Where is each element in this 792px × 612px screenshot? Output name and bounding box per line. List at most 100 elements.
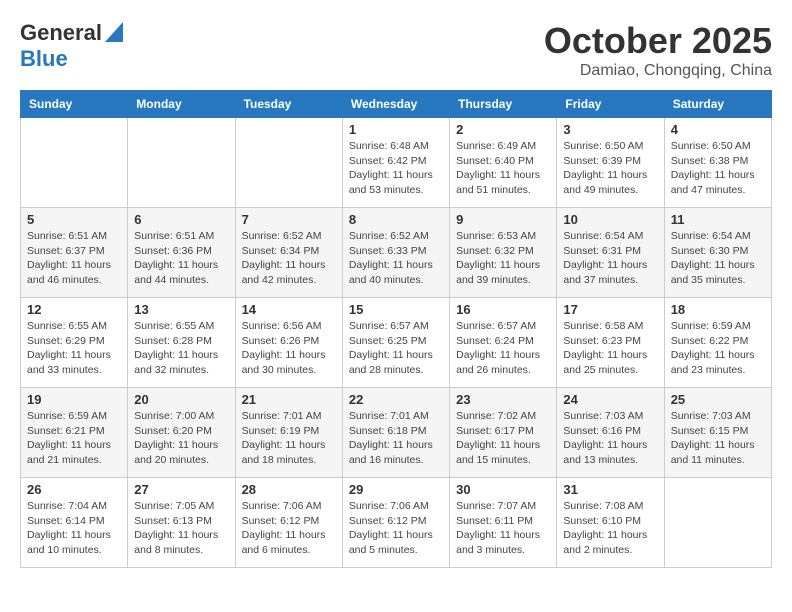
day-number: 3	[563, 122, 657, 137]
day-info: Sunrise: 6:56 AMSunset: 6:26 PMDaylight:…	[242, 319, 336, 378]
logo-text-blue: Blue	[20, 47, 68, 71]
calendar-cell: 22Sunrise: 7:01 AMSunset: 6:18 PMDayligh…	[342, 388, 449, 478]
calendar-cell: 18 Sunrise: 6:59 AMSunset: 6:22 PMDayligh…	[664, 298, 771, 388]
day-number: 6	[134, 212, 228, 227]
calendar-cell: 15Sunrise: 6:57 AMSunset: 6:25 PMDayligh…	[342, 298, 449, 388]
day-info: Sunrise: 7:00 AMSunset: 6:20 PMDaylight:…	[134, 409, 228, 468]
day-number: 16	[456, 302, 550, 317]
calendar-cell: 10 Sunrise: 6:54 AMSunset: 6:31 PMDayligh…	[557, 208, 664, 298]
calendar-cell: 13 Sunrise: 6:55 AMSunset: 6:28 PMDayligh…	[128, 298, 235, 388]
day-info: Sunrise: 7:01 AMSunset: 6:19 PMDaylight:…	[242, 409, 336, 468]
day-number: 8	[349, 212, 443, 227]
weekday-thursday: Thursday	[450, 91, 557, 118]
day-info: Sunrise: 7:03 AMSunset: 6:15 PMDaylight:…	[671, 409, 765, 468]
day-info: Sunrise: 6:52 AMSunset: 6:34 PMDaylight:…	[242, 229, 336, 288]
weekday-sunday: Sunday	[21, 91, 128, 118]
day-info: Sunrise: 6:55 AMSunset: 6:28 PMDaylight:…	[134, 319, 228, 378]
day-info: Sunrise: 7:08 AMSunset: 6:10 PMDaylight:…	[563, 499, 657, 558]
day-number: 4	[671, 122, 765, 137]
day-number: 18	[671, 302, 765, 317]
day-number: 2	[456, 122, 550, 137]
day-info: Sunrise: 6:50 AMSunset: 6:39 PMDaylight:…	[563, 139, 657, 198]
day-number: 10	[563, 212, 657, 227]
calendar-week-2: 12Sunrise: 6:55 AMSunset: 6:29 PMDayligh…	[21, 298, 772, 388]
logo: General Blue	[20, 20, 123, 71]
weekday-tuesday: Tuesday	[235, 91, 342, 118]
calendar-body: 1 Sunrise: 6:48 AMSunset: 6:42 PMDaylight…	[21, 118, 772, 568]
calendar-cell: 8Sunrise: 6:52 AMSunset: 6:33 PMDaylight…	[342, 208, 449, 298]
day-info: Sunrise: 7:02 AMSunset: 6:17 PMDaylight:…	[456, 409, 550, 468]
calendar-header: SundayMondayTuesdayWednesdayThursdayFrid…	[21, 91, 772, 118]
calendar-cell: 14 Sunrise: 6:56 AMSunset: 6:26 PMDayligh…	[235, 298, 342, 388]
calendar-cell: 29 Sunrise: 7:06 AMSunset: 6:12 PMDayligh…	[342, 478, 449, 568]
day-number: 12	[27, 302, 121, 317]
calendar-cell: 5Sunrise: 6:51 AMSunset: 6:37 PMDaylight…	[21, 208, 128, 298]
calendar-cell: 2Sunrise: 6:49 AMSunset: 6:40 PMDaylight…	[450, 118, 557, 208]
weekday-friday: Friday	[557, 91, 664, 118]
day-number: 29	[349, 482, 443, 497]
day-info: Sunrise: 6:59 AMSunset: 6:21 PMDaylight:…	[27, 409, 121, 468]
day-number: 5	[27, 212, 121, 227]
day-number: 14	[242, 302, 336, 317]
day-info: Sunrise: 7:04 AMSunset: 6:14 PMDaylight:…	[27, 499, 121, 558]
calendar-cell: 6Sunrise: 6:51 AMSunset: 6:36 PMDaylight…	[128, 208, 235, 298]
day-info: Sunrise: 7:03 AMSunset: 6:16 PMDaylight:…	[563, 409, 657, 468]
calendar-week-3: 19Sunrise: 6:59 AMSunset: 6:21 PMDayligh…	[21, 388, 772, 478]
calendar-cell: 24 Sunrise: 7:03 AMSunset: 6:16 PMDayligh…	[557, 388, 664, 478]
day-info: Sunrise: 7:06 AMSunset: 6:12 PMDaylight:…	[242, 499, 336, 558]
calendar-cell: 21 Sunrise: 7:01 AMSunset: 6:19 PMDayligh…	[235, 388, 342, 478]
day-info: Sunrise: 6:48 AMSunset: 6:42 PMDaylight:…	[349, 139, 443, 198]
day-info: Sunrise: 7:07 AMSunset: 6:11 PMDaylight:…	[456, 499, 550, 558]
calendar-cell: 1 Sunrise: 6:48 AMSunset: 6:42 PMDaylight…	[342, 118, 449, 208]
calendar-cell: 20 Sunrise: 7:00 AMSunset: 6:20 PMDayligh…	[128, 388, 235, 478]
day-number: 17	[563, 302, 657, 317]
day-info: Sunrise: 6:50 AMSunset: 6:38 PMDaylight:…	[671, 139, 765, 198]
calendar-cell: 27 Sunrise: 7:05 AMSunset: 6:13 PMDayligh…	[128, 478, 235, 568]
calendar-week-4: 26 Sunrise: 7:04 AMSunset: 6:14 PMDayligh…	[21, 478, 772, 568]
day-info: Sunrise: 6:59 AMSunset: 6:22 PMDaylight:…	[671, 319, 765, 378]
weekday-wednesday: Wednesday	[342, 91, 449, 118]
day-number: 25	[671, 392, 765, 407]
title-block: October 2025 Damiao, Chongqing, China	[544, 20, 772, 80]
day-number: 26	[27, 482, 121, 497]
calendar-cell: 16 Sunrise: 6:57 AMSunset: 6:24 PMDayligh…	[450, 298, 557, 388]
day-info: Sunrise: 6:53 AMSunset: 6:32 PMDaylight:…	[456, 229, 550, 288]
day-info: Sunrise: 6:54 AMSunset: 6:31 PMDaylight:…	[563, 229, 657, 288]
day-number: 21	[242, 392, 336, 407]
day-number: 30	[456, 482, 550, 497]
logo-text-general: General	[20, 21, 102, 45]
calendar-cell	[235, 118, 342, 208]
calendar-cell: 30 Sunrise: 7:07 AMSunset: 6:11 PMDayligh…	[450, 478, 557, 568]
day-number: 20	[134, 392, 228, 407]
day-number: 22	[349, 392, 443, 407]
day-number: 27	[134, 482, 228, 497]
logo-arrow-icon	[105, 22, 123, 42]
day-info: Sunrise: 6:54 AMSunset: 6:30 PMDaylight:…	[671, 229, 765, 288]
calendar-cell: 7Sunrise: 6:52 AMSunset: 6:34 PMDaylight…	[235, 208, 342, 298]
calendar-table: SundayMondayTuesdayWednesdayThursdayFrid…	[20, 90, 772, 568]
calendar-cell: 31Sunrise: 7:08 AMSunset: 6:10 PMDayligh…	[557, 478, 664, 568]
calendar-cell: 12Sunrise: 6:55 AMSunset: 6:29 PMDayligh…	[21, 298, 128, 388]
calendar-week-0: 1 Sunrise: 6:48 AMSunset: 6:42 PMDaylight…	[21, 118, 772, 208]
day-info: Sunrise: 7:06 AMSunset: 6:12 PMDaylight:…	[349, 499, 443, 558]
calendar-cell: 19Sunrise: 6:59 AMSunset: 6:21 PMDayligh…	[21, 388, 128, 478]
calendar-cell: 26 Sunrise: 7:04 AMSunset: 6:14 PMDayligh…	[21, 478, 128, 568]
day-info: Sunrise: 6:58 AMSunset: 6:23 PMDaylight:…	[563, 319, 657, 378]
day-number: 13	[134, 302, 228, 317]
calendar-cell	[664, 478, 771, 568]
page-header: General Blue October 2025 Damiao, Chongq…	[20, 20, 772, 80]
day-info: Sunrise: 6:57 AMSunset: 6:24 PMDaylight:…	[456, 319, 550, 378]
day-number: 11	[671, 212, 765, 227]
weekday-monday: Monday	[128, 91, 235, 118]
day-info: Sunrise: 6:57 AMSunset: 6:25 PMDaylight:…	[349, 319, 443, 378]
calendar-cell	[128, 118, 235, 208]
day-info: Sunrise: 7:05 AMSunset: 6:13 PMDaylight:…	[134, 499, 228, 558]
calendar-cell: 23 Sunrise: 7:02 AMSunset: 6:17 PMDayligh…	[450, 388, 557, 478]
calendar-cell: 17 Sunrise: 6:58 AMSunset: 6:23 PMDayligh…	[557, 298, 664, 388]
day-number: 1	[349, 122, 443, 137]
day-number: 23	[456, 392, 550, 407]
calendar-cell: 11 Sunrise: 6:54 AMSunset: 6:30 PMDayligh…	[664, 208, 771, 298]
calendar-cell: 9Sunrise: 6:53 AMSunset: 6:32 PMDaylight…	[450, 208, 557, 298]
day-number: 24	[563, 392, 657, 407]
weekday-saturday: Saturday	[664, 91, 771, 118]
